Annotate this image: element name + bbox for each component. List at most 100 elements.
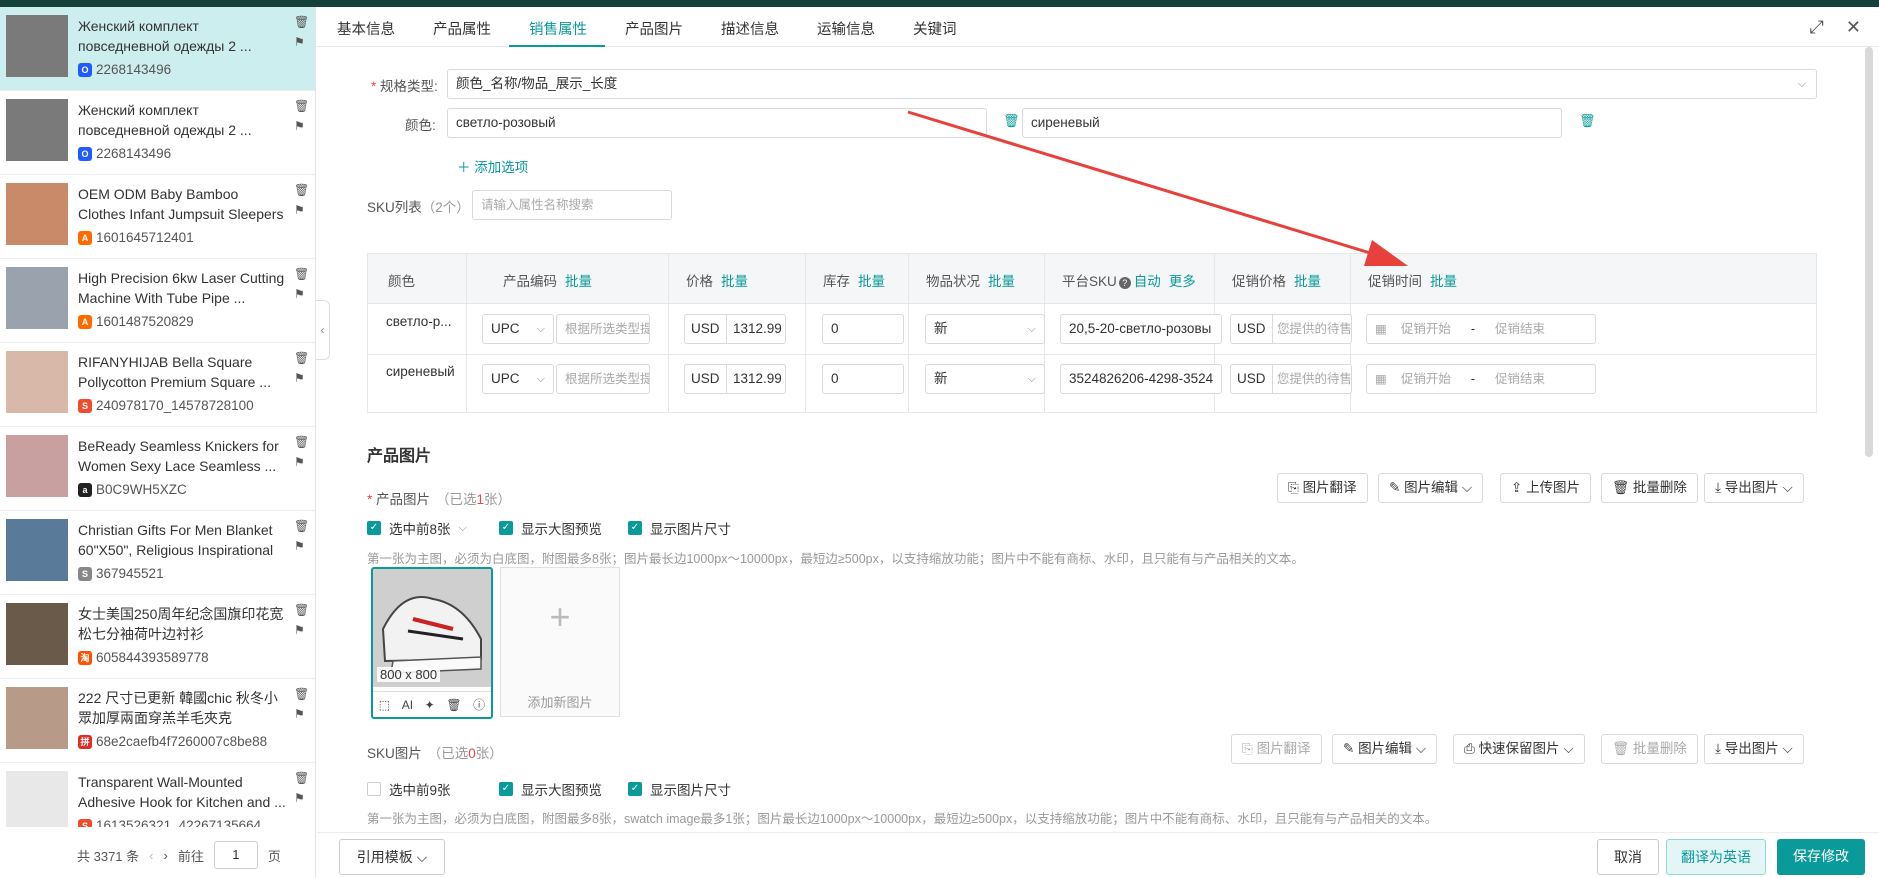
translate-english-button[interactable]: 翻译为英语 [1666, 839, 1766, 875]
price-input[interactable]: USD 1312.99 [684, 314, 786, 344]
stock-input[interactable]: 0 [822, 364, 904, 394]
flag-icon[interactable]: ⚑ [294, 455, 306, 469]
sku-image-edit-button[interactable]: ✎ 图片编辑 ⌵ [1332, 734, 1438, 764]
select-first-checkbox[interactable]: ✓ 选中前8张 ⌵ [367, 518, 467, 538]
price-input[interactable]: USD 1312.99 [684, 364, 786, 394]
flag-icon[interactable]: ⚑ [294, 35, 306, 49]
quick-keep-images-button[interactable]: ⎙ 快速保留图片 ⌵ [1453, 734, 1585, 764]
batch-promo-price-link[interactable]: 批量 [1294, 274, 1321, 289]
flag-icon[interactable]: ⚑ [294, 539, 306, 553]
batch-price-link[interactable]: 批量 [721, 274, 748, 289]
stock-input[interactable]: 0 [822, 314, 904, 344]
crop-icon[interactable]: ⬚ [379, 698, 390, 712]
upload-image-button[interactable]: ⇪ 上传图片 [1500, 473, 1592, 503]
info-icon[interactable]: ⓘ [473, 696, 485, 713]
sku-show-size-checkbox[interactable]: ✓ 显示图片尺寸 [628, 779, 731, 799]
export-images-button[interactable]: ⤓ 导出图片 ⌵ [1704, 473, 1804, 503]
product-list-item[interactable]: RIFANYHIJAB Bella Square Pollycotton Pre… [0, 343, 315, 427]
sku-show-preview-checkbox[interactable]: ✓ 显示大图预览 [499, 779, 602, 799]
trash-icon[interactable]: 🗑 [294, 183, 309, 197]
cancel-button[interactable]: 取消 [1597, 839, 1659, 875]
magic-icon[interactable]: ✦ [425, 698, 435, 712]
product-list-item[interactable]: OEM ODM Baby Bamboo Clothes Infant Jumps… [0, 175, 315, 259]
flag-icon[interactable]: ⚑ [294, 119, 306, 133]
trash-icon[interactable]: 🗑 [294, 267, 309, 281]
next-page-icon[interactable]: › [164, 848, 168, 863]
tab-product-images[interactable]: 产品图片 [625, 18, 683, 39]
sku-export-images-button[interactable]: ⤓ 导出图片 ⌵ [1704, 734, 1804, 764]
trash-icon[interactable]: 🗑 [294, 351, 309, 365]
code-type-select[interactable]: UPC ⌵ [482, 314, 554, 344]
trash-icon[interactable]: 🗑 [294, 99, 309, 113]
tab-sales-attributes[interactable]: 销售属性 [529, 18, 587, 39]
trash-icon[interactable]: 🗑 [1579, 113, 1596, 129]
batch-stock-link[interactable]: 批量 [858, 274, 885, 289]
promo-price-input[interactable]: USD 您提供的待售 [1230, 314, 1352, 344]
batch-promo-time-link[interactable]: 批量 [1430, 274, 1457, 289]
platform-sku-input[interactable]: 20,5-20-светло-розовы [1060, 314, 1222, 344]
prev-page-icon[interactable]: ‹ [149, 848, 153, 863]
code-type-select[interactable]: UPC ⌵ [482, 364, 554, 394]
trash-icon[interactable]: 🗑 [446, 698, 461, 712]
color-value-2[interactable]: сиреневый [1022, 108, 1562, 138]
sku-image-translate-button[interactable]: ⎘ 图片翻译 [1231, 734, 1322, 764]
tab-description[interactable]: 描述信息 [721, 18, 779, 39]
save-button[interactable]: 保存修改 [1777, 839, 1865, 875]
use-template-button[interactable]: 引用模板 ⌵ [339, 839, 445, 875]
flag-icon[interactable]: ⚑ [294, 623, 306, 637]
product-list-item[interactable]: 222 尺寸已更新 韓國chic 秋冬小眾加厚兩面穿羔羊毛夾克拼 68e2caef… [0, 679, 315, 763]
condition-select[interactable]: 新 ⌵ [925, 314, 1045, 344]
flag-icon[interactable]: ⚑ [294, 371, 306, 385]
product-list-item[interactable]: Женский комплект повседневной одежды 2 .… [0, 7, 315, 91]
auto-link[interactable]: 自动 [1134, 274, 1161, 289]
close-icon[interactable]: ✕ [1846, 17, 1861, 38]
color-value-1[interactable]: светло-розовый [447, 108, 987, 138]
promo-date-range[interactable]: ▦ 促销开始 - 促销结束 [1366, 314, 1596, 344]
tab-shipping[interactable]: 运输信息 [817, 18, 875, 39]
show-preview-checkbox[interactable]: ✓ 显示大图预览 [499, 518, 602, 538]
trash-icon[interactable]: 🗑 [294, 435, 309, 449]
flag-icon[interactable]: ⚑ [294, 287, 306, 301]
product-list-item[interactable]: Transparent Wall-Mounted Adhesive Hook f… [0, 763, 315, 827]
sku-batch-delete-button[interactable]: 🗑 批量删除 [1601, 734, 1698, 764]
page-input[interactable]: 1 [213, 841, 258, 869]
trash-icon[interactable]: 🗑 [1003, 113, 1020, 129]
trash-icon[interactable]: 🗑 [294, 687, 309, 701]
product-list-item[interactable]: BeReady Seamless Knickers for Women Sexy… [0, 427, 315, 511]
trash-icon[interactable]: 🗑 [294, 771, 309, 785]
product-list-item[interactable]: Christian Gifts For Men Blanket 60"X50",… [0, 511, 315, 595]
platform-sku-input[interactable]: 3524826206-4298-3524 [1060, 364, 1222, 394]
promo-price-input[interactable]: USD 您提供的待售 [1230, 364, 1352, 394]
scrollbar[interactable] [1865, 47, 1873, 457]
flag-icon[interactable]: ⚑ [294, 791, 306, 805]
tab-product-attributes[interactable]: 产品属性 [433, 18, 491, 39]
promo-date-range[interactable]: ▦ 促销开始 - 促销结束 [1366, 364, 1596, 394]
add-new-image-button[interactable]: + 添加新图片 [500, 567, 620, 717]
tab-keywords[interactable]: 关键词 [913, 18, 957, 39]
image-edit-button[interactable]: ✎ 图片编辑 ⌵ [1378, 473, 1484, 503]
product-list-item[interactable]: High Precision 6kw Laser Cutting Machine… [0, 259, 315, 343]
batch-delete-button[interactable]: 🗑 批量删除 [1601, 473, 1698, 503]
trash-icon[interactable]: 🗑 [294, 519, 309, 533]
batch-code-link[interactable]: 批量 [565, 274, 592, 289]
trash-icon[interactable]: 🗑 [294, 603, 309, 617]
add-option-button[interactable]: ＋ 添加选项 [457, 156, 528, 176]
condition-select[interactable]: 新 ⌵ [925, 364, 1045, 394]
ai-button[interactable]: AI [402, 698, 413, 712]
code-input[interactable]: 根据所选类型提供 [556, 314, 650, 344]
sku-select-first-checkbox[interactable]: 选中前9张 [367, 779, 451, 799]
product-list-item[interactable]: Женский комплект повседневной одежды 2 .… [0, 91, 315, 175]
product-image-card[interactable]: 800 x 800 ⬚ AI ✦ 🗑 ⓘ [371, 567, 493, 719]
flag-icon[interactable]: ⚑ [294, 203, 306, 217]
show-size-checkbox[interactable]: ✓ 显示图片尺寸 [628, 518, 731, 538]
more-link[interactable]: 更多 [1169, 274, 1196, 289]
image-translate-button[interactable]: ⎘ 图片翻译 [1277, 473, 1368, 503]
code-input[interactable]: 根据所选类型提供 [556, 364, 650, 394]
trash-icon[interactable]: 🗑 [294, 15, 309, 29]
sku-search-input[interactable]: 请输入属性名称搜索 [472, 190, 672, 220]
product-list-item[interactable]: 女士美国250周年纪念国旗印花宽松七分袖荷叶边衬衫淘 60584439358977… [0, 595, 315, 679]
batch-condition-link[interactable]: 批量 [988, 274, 1015, 289]
flag-icon[interactable]: ⚑ [294, 707, 306, 721]
fullscreen-icon[interactable]: ⤢ [1810, 17, 1824, 38]
spec-type-select[interactable]: 颜色_名称/物品_展示_长度 ⌵ [447, 69, 1817, 99]
